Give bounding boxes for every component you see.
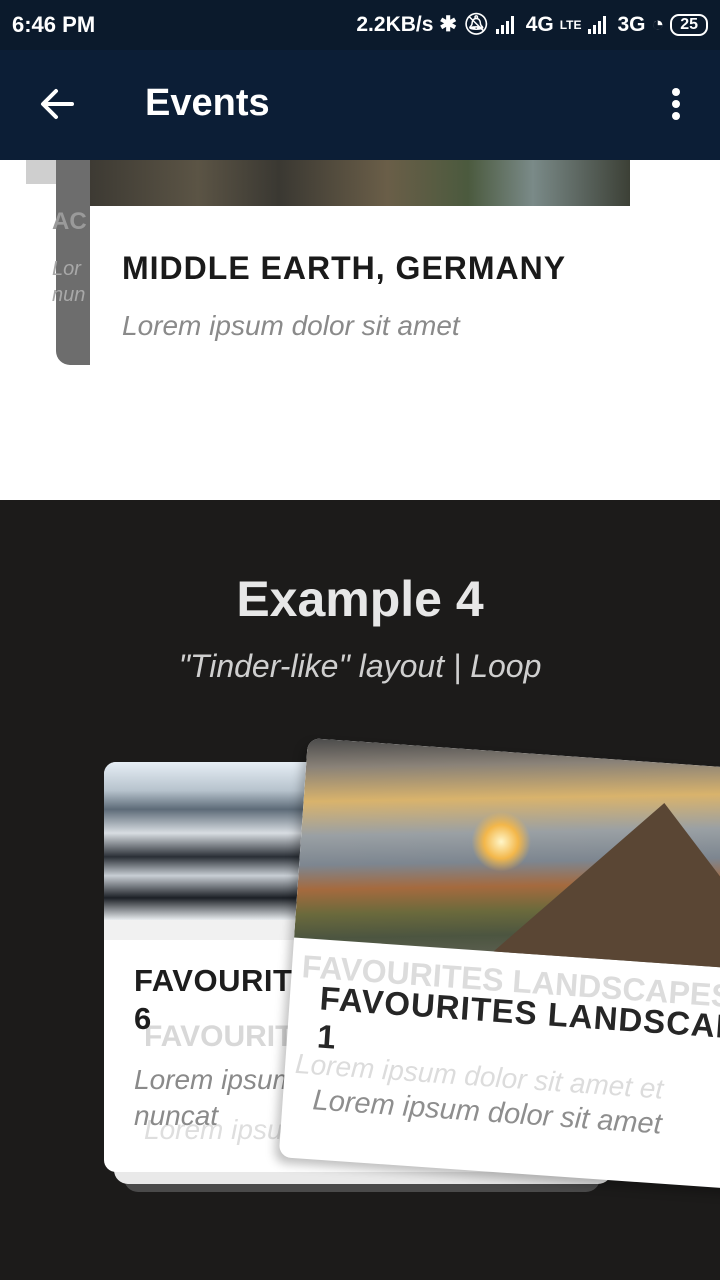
example-title: Example 4 [236,571,484,627]
ghost-card-text: Lor nun [52,258,86,306]
signal-icon [495,15,520,34]
example-subtitle: "Tinder-like" layout | Loop [178,648,542,684]
more-options-icon[interactable] [664,84,688,124]
volte-badge: LTE [559,17,582,32]
status-icons: 2.2KB/s ✱ 🔕︎ 4G LTE 3G ◔ 25 [356,12,708,37]
ghost-card-title: AC [52,208,87,235]
page-title: Events [145,82,270,124]
network-type-2: 3G [617,12,646,36]
battery-icon: 25 [670,13,708,36]
status-time: 6:46 PM [12,12,96,37]
previous-example-section: AC Lor nun MIDDLE EARTH, GERMANY Lorem i… [0,160,720,500]
front-card-image [294,738,720,974]
wifi-icon: ◔ [651,12,665,36]
bluetooth-icon: ✱ [439,13,458,36]
network-speed: 2.2KB/s [356,12,434,36]
card-image [90,160,630,206]
card-title: MIDDLE EARTH, GERMANY [122,250,567,286]
mountain-shape [493,791,720,973]
network-type-1: 4G [525,12,554,36]
card-subtitle: Lorem ipsum dolor sit amet [122,310,460,341]
back-arrow-icon[interactable] [38,86,74,122]
status-bar: 6:46 PM 2.2KB/s ✱ 🔕︎ 4G LTE 3G ◔ 25 [0,0,720,50]
mute-icon: 🔕︎ [463,12,490,36]
front-card[interactable]: FAVOURITES LANDSCAPES Lorem ipsum dolor … [278,738,720,1194]
signal-icon-2 [587,15,612,34]
app-bar: Events [0,50,720,160]
